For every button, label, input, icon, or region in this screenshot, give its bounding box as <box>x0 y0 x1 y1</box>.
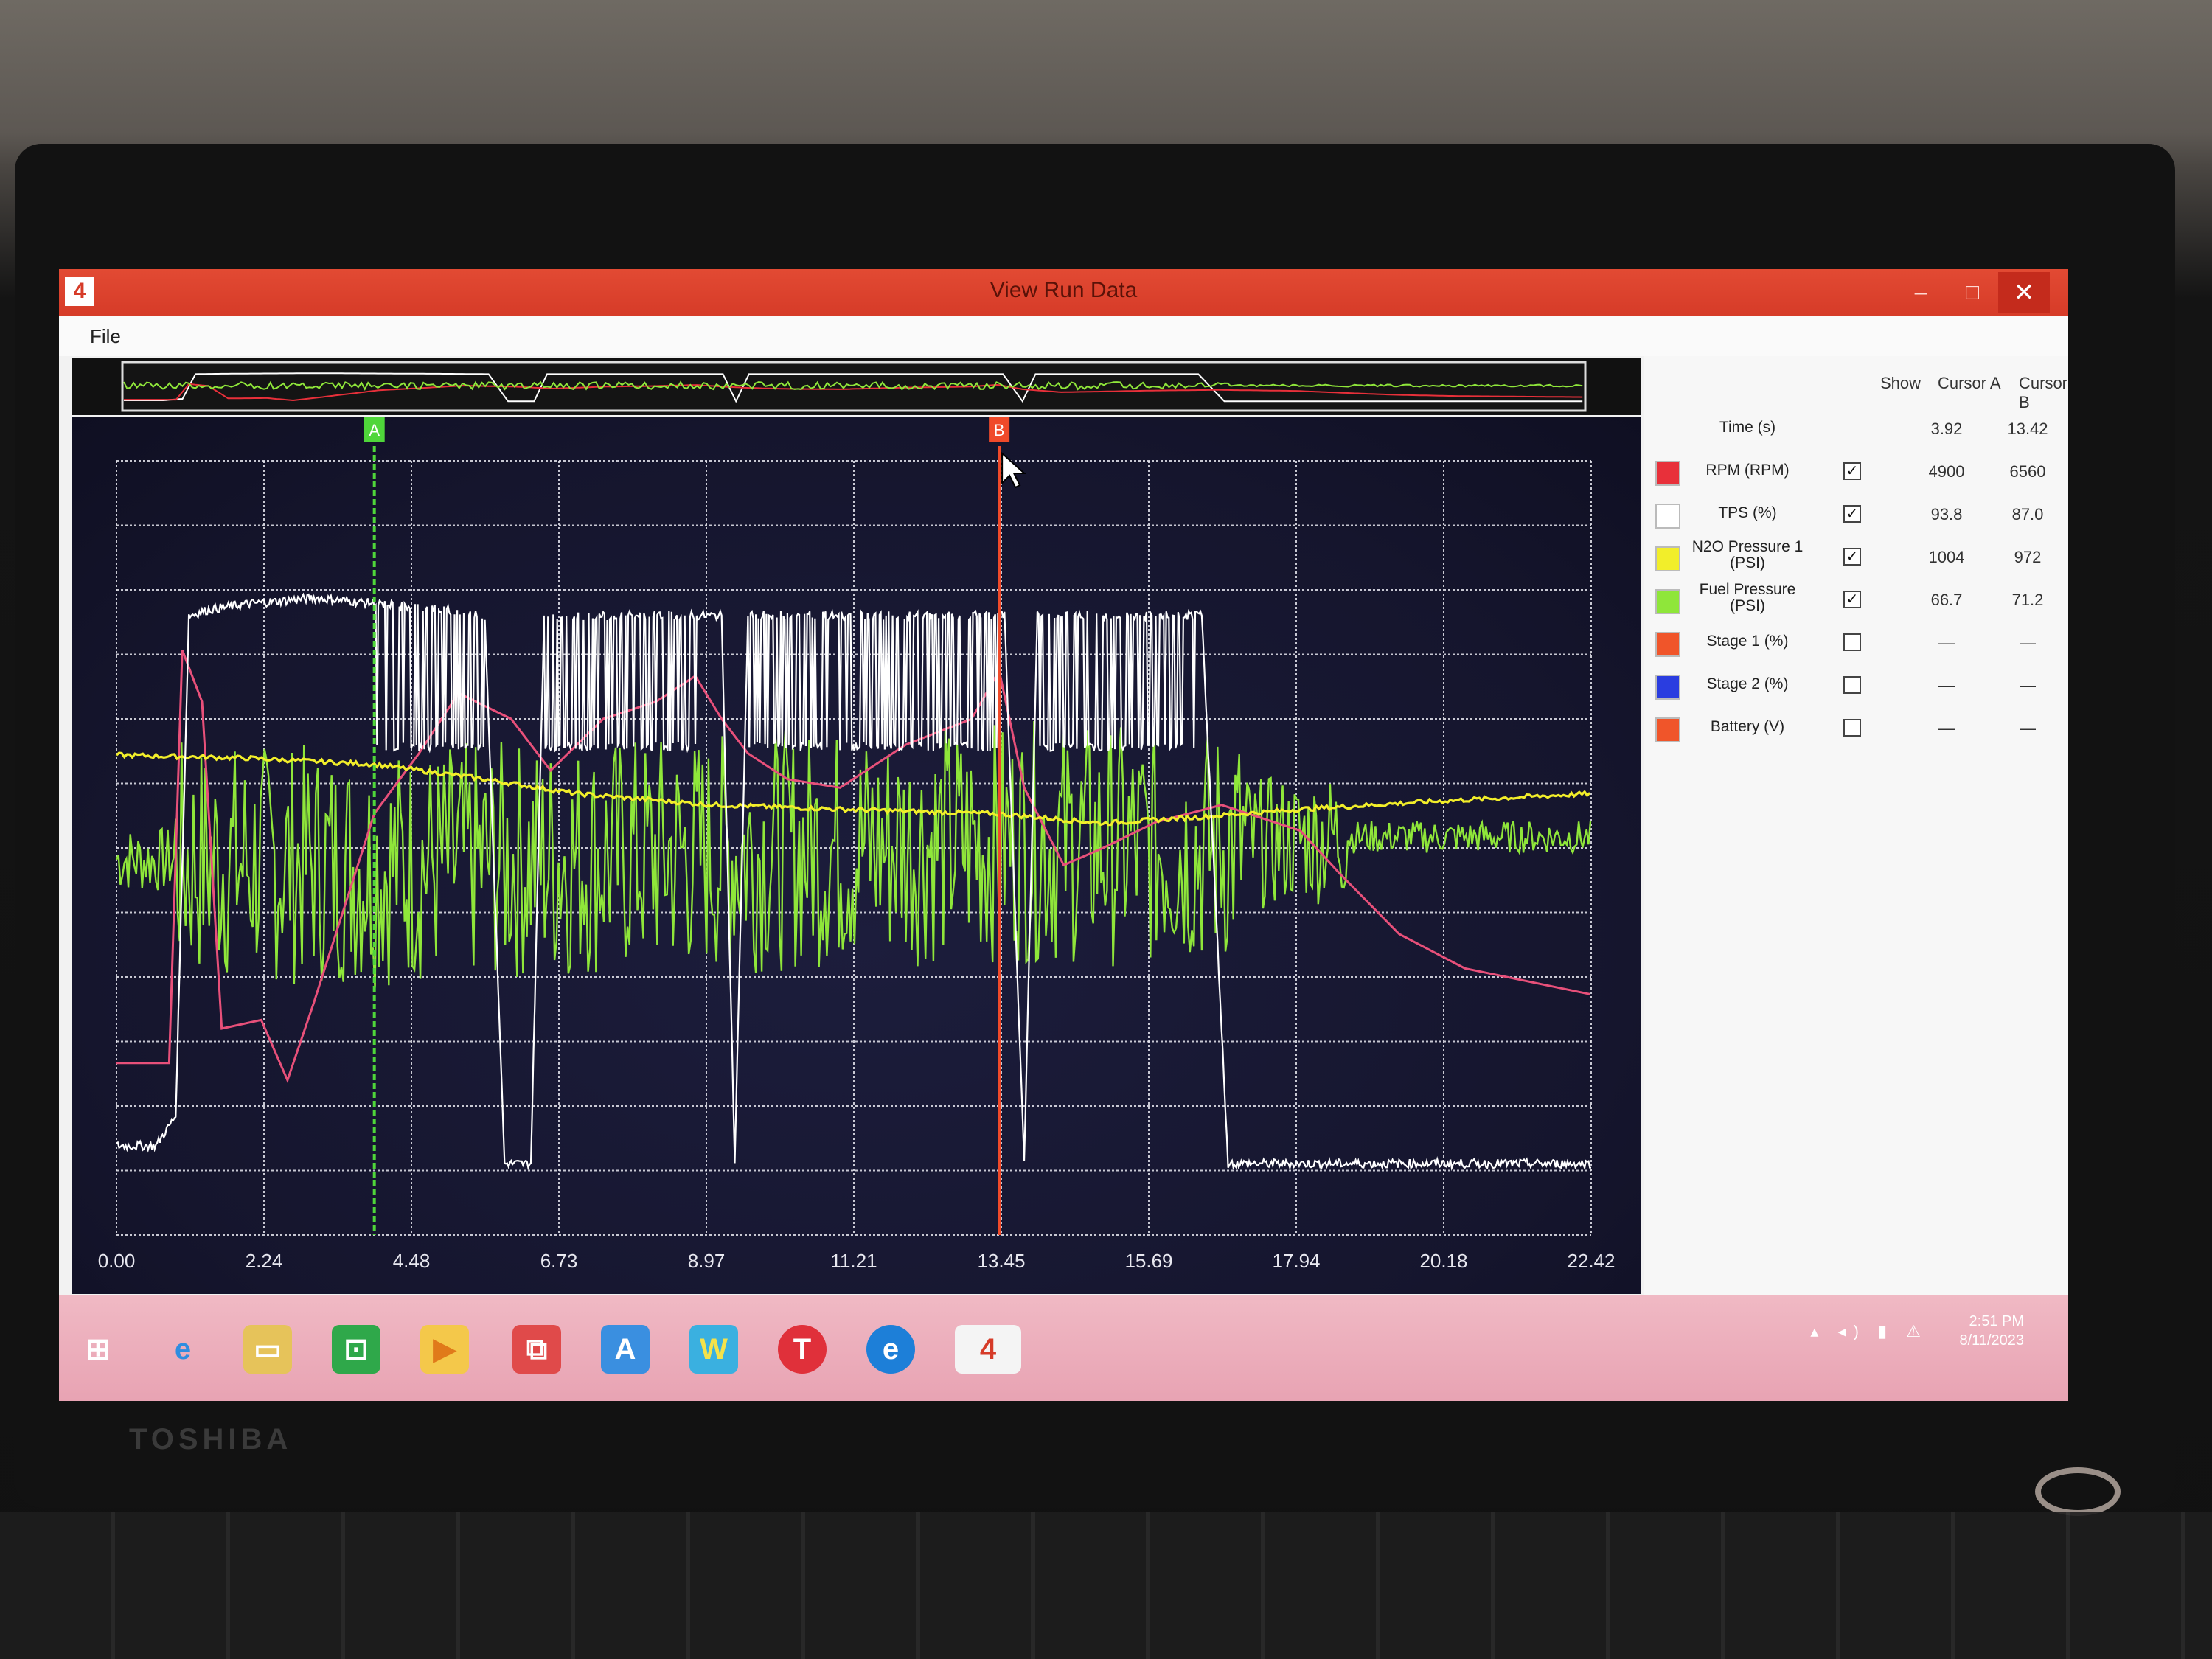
channel-row: Stage 1 (%) — — <box>1644 623 2068 666</box>
time-cursor-a: 3.92 <box>1930 420 1963 438</box>
channel-label: N2O Pressure 1 (PSI) <box>1691 538 1804 571</box>
channel-cursor-a: — <box>1938 676 1955 695</box>
windows-start-icon[interactable]: ⊞ <box>74 1325 122 1374</box>
channel-cursor-a: — <box>1938 719 1955 737</box>
main-chart-svg[interactable]: 0.00 2.24 4.48 6.73 8.97 11.21 13.45 15.69 17.94… <box>72 417 1641 1294</box>
clock-time: 2:51 PM <box>1969 1313 2024 1329</box>
overview-plot[interactable] <box>72 358 1641 415</box>
x-tick-label: 22.42 <box>1567 1250 1615 1272</box>
system-tray-icons[interactable]: ▴ ◂) ▮ ⚠ <box>1810 1322 1928 1341</box>
x-tick-label: 0.00 <box>98 1250 136 1272</box>
clock[interactable]: 2:51 PM 8/11/2023 <box>1960 1312 2025 1350</box>
channel-label: Fuel Pressure (PSI) <box>1699 581 1796 614</box>
minimize-button[interactable]: – <box>1895 272 1947 313</box>
channel-show-checkbox[interactable]: ✓ <box>1843 505 1861 523</box>
channel-cursor-a: 66.7 <box>1930 591 1963 609</box>
menu-file[interactable]: File <box>90 325 121 348</box>
x-tick-label: 13.45 <box>977 1250 1025 1272</box>
channel-show-checkbox[interactable]: ✓ <box>1843 591 1861 608</box>
toolbox-icon[interactable]: ⧉ <box>512 1325 561 1374</box>
media-player-icon[interactable]: ▶ <box>420 1325 469 1374</box>
channel-cursor-b: 6560 <box>2009 462 2046 481</box>
channel-show-checkbox[interactable]: ✓ <box>1843 548 1861 566</box>
channel-row: Stage 2 (%) — — <box>1644 666 2068 709</box>
mouse-pointer-icon <box>1001 451 1026 489</box>
time-label: Time (s) <box>1719 419 1776 436</box>
x-tick-label: 2.24 <box>246 1250 283 1272</box>
cursor-b-label: B <box>994 421 1005 439</box>
app-t-icon[interactable]: T <box>778 1325 827 1374</box>
time-row: Time (s) 3.92 13.42 <box>1644 409 2068 452</box>
channel-color-swatch[interactable] <box>1655 461 1680 486</box>
laptop-brand: TOSHIBA <box>129 1423 293 1455</box>
channel-label: Stage 1 (%) <box>1706 633 1789 650</box>
channel-cursor-a: 1004 <box>1928 548 1965 566</box>
header-cursor-a: Cursor A <box>1938 374 2001 392</box>
channel-cursor-b: — <box>2020 719 2036 737</box>
channel-show-checkbox[interactable] <box>1843 676 1861 694</box>
store-icon[interactable]: ⊡ <box>332 1325 380 1374</box>
title-bar: 4 View Run Data – □ ✕ <box>59 269 2068 316</box>
channel-show-checkbox[interactable]: ✓ <box>1843 462 1861 480</box>
channel-row: Fuel Pressure (PSI) ✓ 66.7 71.2 <box>1644 580 2068 623</box>
channel-cursor-b: — <box>2020 633 2036 652</box>
channel-label: Stage 2 (%) <box>1706 675 1789 692</box>
close-button[interactable]: ✕ <box>1998 272 2050 313</box>
channel-cursor-b: 71.2 <box>2011 591 2044 609</box>
taskbar: ⊞ e ▭ ⊡ ▶ ⧉ A W T e 4 ▴ ◂) ▮ ⚠ 2:51 PM 8… <box>59 1295 2068 1401</box>
main-chart[interactable]: 0.00 2.24 4.48 6.73 8.97 11.21 13.45 15.69 17.94… <box>72 417 1641 1294</box>
file-explorer-icon[interactable]: ▭ <box>243 1325 292 1374</box>
channel-cursor-a: 93.8 <box>1930 505 1963 524</box>
channel-row: Battery (V) — — <box>1644 709 2068 751</box>
keyboard <box>0 1512 2212 1659</box>
x-tick-label: 4.48 <box>393 1250 431 1272</box>
header-cursor-b: Cursor B <box>2019 374 2068 411</box>
edge-icon[interactable]: e <box>866 1325 915 1374</box>
channel-row: N2O Pressure 1 (PSI) ✓ 1004 972 <box>1644 538 2068 580</box>
clock-date: 8/11/2023 <box>1959 1332 2025 1349</box>
header-show: Show <box>1880 374 1921 392</box>
channel-cursor-b: 87.0 <box>2011 505 2044 524</box>
time-cursor-b: 13.42 <box>2007 420 2048 438</box>
channel-show-checkbox[interactable] <box>1843 633 1861 651</box>
channel-label: Battery (V) <box>1710 718 1785 735</box>
channel-color-swatch[interactable] <box>1655 504 1680 529</box>
channel-cursor-b: 972 <box>2014 548 2042 566</box>
channel-row: TPS (%) ✓ 93.8 87.0 <box>1644 495 2068 538</box>
channel-color-swatch[interactable] <box>1655 717 1680 742</box>
channel-color-swatch[interactable] <box>1655 675 1680 700</box>
x-tick-label: 20.18 <box>1419 1250 1467 1272</box>
screen: 4 View Run Data – □ ✕ File 0.00 2.24 4.48 6… <box>59 269 2068 1401</box>
x-tick-label: 15.69 <box>1124 1250 1172 1272</box>
x-tick-label: 17.94 <box>1272 1250 1320 1272</box>
x-tick-label: 11.21 <box>830 1250 877 1272</box>
window-title: View Run Data <box>990 278 1138 302</box>
power-button <box>2035 1467 2121 1516</box>
app-w-icon[interactable]: W <box>689 1325 738 1374</box>
menu-bar: File <box>59 316 2068 356</box>
overview-frame <box>121 361 1587 412</box>
channel-label: TPS (%) <box>1718 504 1777 521</box>
channel-label: RPM (RPM) <box>1705 462 1790 479</box>
maximize-button[interactable]: □ <box>1947 272 1998 313</box>
app-a-icon[interactable]: A <box>601 1325 650 1374</box>
channel-color-swatch[interactable] <box>1655 589 1680 614</box>
channel-cursor-a: 4900 <box>1928 462 1965 481</box>
channel-panel: Show Cursor A Cursor B Time (s) 3.92 13.… <box>1644 356 2068 1296</box>
channel-show-checkbox[interactable] <box>1843 719 1861 737</box>
x-tick-label: 8.97 <box>688 1250 726 1272</box>
channel-cursor-a: — <box>1938 633 1955 652</box>
channel-cursor-b: — <box>2020 676 2036 695</box>
cursor-a-label: A <box>369 421 380 439</box>
channel-row: RPM (RPM) ✓ 4900 6560 <box>1644 452 2068 495</box>
x-tick-label: 6.73 <box>540 1250 578 1272</box>
channel-color-swatch[interactable] <box>1655 546 1680 571</box>
internet-explorer-icon[interactable]: e <box>159 1325 207 1374</box>
overview-strip[interactable] <box>72 358 1641 415</box>
channel-color-swatch[interactable] <box>1655 632 1680 657</box>
run-data-app-icon[interactable]: 4 <box>955 1325 1021 1374</box>
